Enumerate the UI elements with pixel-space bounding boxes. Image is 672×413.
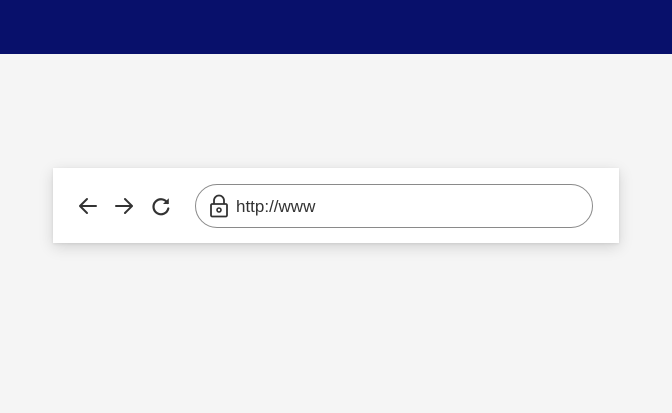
url-text[interactable]: http://www <box>236 197 315 217</box>
arrow-right-icon <box>115 198 133 214</box>
reload-button[interactable] <box>148 193 174 219</box>
back-button[interactable] <box>75 193 101 219</box>
lock-icon <box>210 194 228 218</box>
reload-icon <box>152 198 170 216</box>
forward-button[interactable] <box>111 193 137 219</box>
header-band <box>0 0 672 54</box>
arrow-left-icon <box>79 198 97 214</box>
